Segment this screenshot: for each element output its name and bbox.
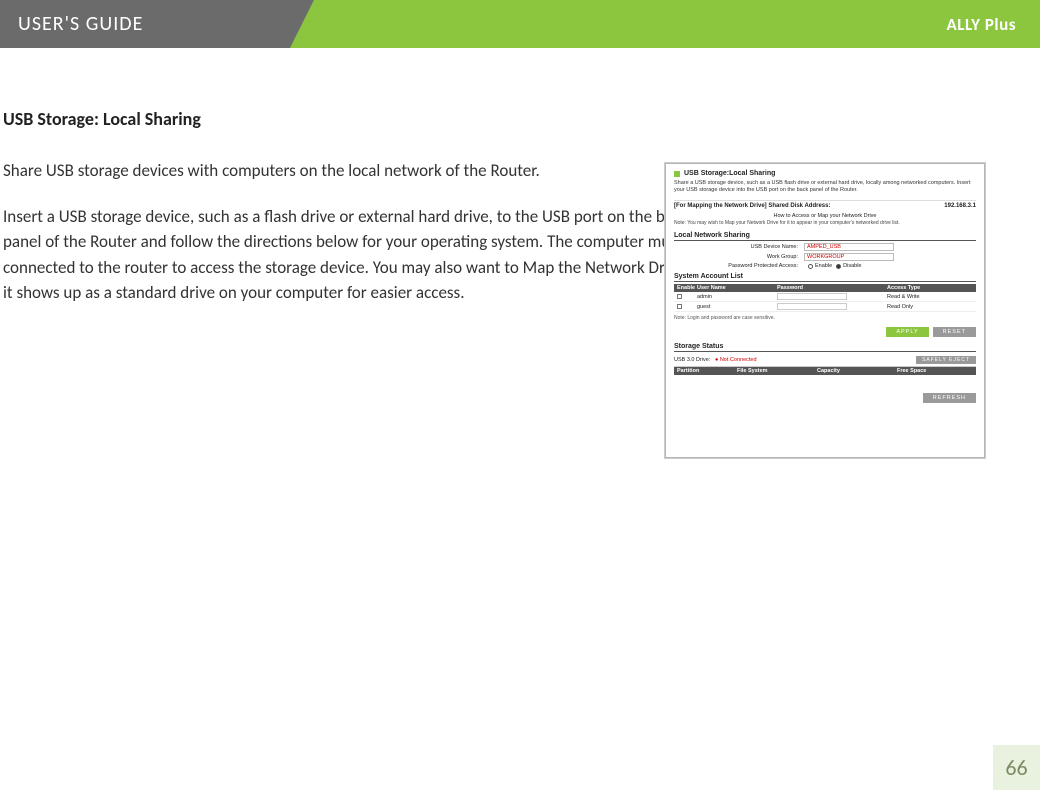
acct-password-input[interactable] [777, 303, 847, 310]
apply-button[interactable]: APPLY [886, 327, 928, 337]
acct-row: guest Read Only [674, 302, 976, 312]
acct-footnote: Note: Login and password are case sensit… [674, 315, 976, 321]
workgroup-label: Work Group: [674, 254, 804, 260]
enable-radio[interactable] [808, 264, 813, 269]
section-storage-status: Storage Status [674, 343, 976, 352]
disable-radio-label: Disable [843, 263, 861, 269]
paragraph-1: Share USB storage devices with computers… [3, 158, 705, 184]
status-not-connected: Not Connected [715, 357, 757, 363]
acct-access: Read & Write [887, 294, 967, 300]
figure-description: Share a USB storage device, such as a US… [674, 180, 976, 194]
acct-access: Read Only [887, 304, 967, 310]
acct-h-enable: Enable [677, 285, 697, 291]
acct-h-accesstype: Access Type [887, 285, 967, 291]
safely-eject-button[interactable]: SAFELY EJECT [916, 356, 976, 364]
howto-link: How to Access or Map your Network Drive [674, 213, 976, 219]
paragraph-2: Insert a USB storage device, such as a f… [3, 204, 705, 306]
reset-button[interactable]: RESET [933, 327, 976, 337]
usb-name-label: USB Device Name: [674, 244, 804, 250]
mapping-ip: 192.168.3.1 [944, 203, 976, 209]
main-content: USB Storage: Local Sharing Share USB sto… [0, 48, 705, 306]
product-name: ALLY Plus [947, 14, 1017, 35]
status-h-filesystem: File System [737, 368, 817, 374]
page-number-box: 66 [993, 745, 1040, 790]
settings-panel-figure: USB Storage:Local Sharing Share a USB st… [665, 163, 985, 458]
disable-radio[interactable] [836, 264, 841, 269]
acct-h-password: Password [777, 285, 887, 291]
enable-radio-label: Enable [815, 263, 832, 269]
status-h-partition: Partition [677, 368, 737, 374]
section-local-network-sharing: Local Network Sharing [674, 232, 976, 241]
section-system-account-list: System Account List [674, 273, 976, 282]
mapping-row: [For Mapping the Network Drive] Shared D… [674, 200, 976, 211]
acct-username: admin [697, 294, 777, 300]
mapping-note: Note: You may wish to Map your Network D… [674, 220, 976, 226]
figure-heading: USB Storage:Local Sharing [674, 170, 976, 177]
usb-name-input[interactable]: AMPED_USB [804, 243, 894, 251]
acct-password-input[interactable] [777, 293, 847, 300]
section-title: USB Storage: Local Sharing [3, 108, 705, 130]
workgroup-input[interactable]: WORKGROUP [804, 253, 894, 261]
acct-enable-checkbox[interactable] [677, 304, 682, 309]
status-h-capacity: Capacity [817, 368, 897, 374]
header-title: USER'S GUIDE [18, 12, 143, 36]
acct-enable-checkbox[interactable] [677, 294, 682, 299]
status-drive-label: USB 3.0 Drive: [674, 357, 710, 363]
header-left-panel: USER'S GUIDE [0, 0, 290, 48]
header-bar: USER'S GUIDE ALLY Plus [0, 0, 1040, 48]
status-h-freespace: Free Space [897, 368, 977, 374]
status-table-header: Partition File System Capacity Free Spac… [674, 367, 976, 375]
mapping-label: [For Mapping the Network Drive] Shared D… [674, 203, 830, 209]
pw-access-label: Password Protected Access: [674, 263, 804, 269]
acct-username: guest [697, 304, 777, 310]
acct-row: admin Read & Write [674, 292, 976, 302]
refresh-button[interactable]: REFRESH [923, 393, 976, 403]
header-right-panel: ALLY Plus [947, 0, 1017, 48]
page-number: 66 [1005, 754, 1027, 781]
acct-table-header: Enable User Name Password Access Type [674, 284, 976, 292]
acct-h-username: User Name [697, 285, 777, 291]
